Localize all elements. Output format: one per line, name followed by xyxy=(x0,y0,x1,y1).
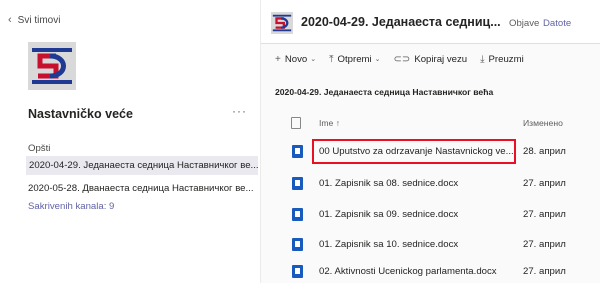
file-type-icon xyxy=(291,117,301,129)
channel-item-active[interactable]: 2020-04-29. Једанаеста седница Наставнич… xyxy=(26,156,258,175)
chevron-down-icon: ⌄ xyxy=(374,56,381,63)
team-logo xyxy=(28,42,76,90)
tab-files[interactable]: Datote xyxy=(543,18,571,29)
file-modified: 27. април xyxy=(523,239,566,250)
team-name: Nastavničko veće xyxy=(28,107,133,121)
file-modified: 28. април xyxy=(523,146,566,157)
file-modified: 27. април xyxy=(523,178,566,189)
column-header-name[interactable]: Ime ↑ xyxy=(319,118,340,128)
file-name[interactable]: 02. Aktivnosti Ucenickog parlamenta.docx xyxy=(319,266,515,277)
channel-title: 2020-04-29. Једанаеста седниц... xyxy=(301,15,501,29)
folder-breadcrumb: 2020-04-29. Једанаеста седница Наставнич… xyxy=(275,87,494,97)
link-icon: ⊂⊃ xyxy=(393,53,411,65)
upload-icon: ⤒ xyxy=(329,53,334,65)
copy-link-label: Kopiraj vezu xyxy=(414,53,468,65)
word-doc-icon xyxy=(292,265,303,278)
chevron-left-icon: ‹ xyxy=(8,14,12,26)
word-doc-icon xyxy=(292,208,303,221)
file-row[interactable]: 02. Aktivnosti Ucenickog parlamenta.docx… xyxy=(261,259,600,283)
hidden-channels-link[interactable]: Sakrivenih kanala: 9 xyxy=(28,201,114,212)
plus-icon: + xyxy=(275,53,281,65)
files-toolbar: + Novo ⌄ ⤒ Otpremi ⌄ ⊂⊃ Kopiraj vezu ⤓ P… xyxy=(261,44,600,74)
back-to-teams-link[interactable]: ‹ Svi timovi xyxy=(8,14,60,26)
column-header-modified[interactable]: Изменено xyxy=(523,118,563,128)
file-name[interactable]: 01. Zapisnik sa 10. sednice.docx xyxy=(319,239,515,250)
word-doc-icon xyxy=(292,177,303,190)
right-pane: 2020-04-29. Једанаеста седниц... Objave … xyxy=(260,0,600,283)
new-button[interactable]: + Novo ⌄ xyxy=(275,54,316,65)
channel-general[interactable]: Opšti xyxy=(28,143,254,154)
file-modified: 27. април xyxy=(523,266,566,277)
back-label: Svi timovi xyxy=(17,14,61,26)
word-doc-icon xyxy=(292,238,303,251)
channel-item[interactable]: 2020-05-28. Дванаеста седница Наставничк… xyxy=(28,183,254,194)
left-pane: ‹ Svi timovi Nastavničko veće ··· Opšti … xyxy=(0,0,260,283)
selection-highlight xyxy=(312,139,516,164)
download-button[interactable]: ⤓ Preuzmi xyxy=(480,54,524,65)
file-name[interactable]: 01. Zapisnik sa 09. sednice.docx xyxy=(319,209,515,220)
file-row[interactable]: 01. Zapisnik sa 10. sednice.docx 27. апр… xyxy=(261,232,600,258)
file-row[interactable]: 01. Zapisnik sa 09. sednice.docx 27. апр… xyxy=(261,202,600,228)
copy-link-button[interactable]: ⊂⊃ Kopiraj vezu xyxy=(394,54,468,65)
file-name[interactable]: 01. Zapisnik sa 08. sednice.docx xyxy=(319,178,515,189)
word-doc-icon xyxy=(292,145,303,158)
tab-posts[interactable]: Objave xyxy=(509,18,539,29)
download-label: Preuzmi xyxy=(488,53,524,65)
file-list-header: Ime ↑ Изменено xyxy=(261,113,600,135)
upload-label: Otpremi xyxy=(337,53,372,65)
channel-header: 2020-04-29. Једанаеста седниц... Objave … xyxy=(261,0,600,44)
file-modified: 27. април xyxy=(523,209,566,220)
file-row[interactable]: 01. Zapisnik sa 08. sednice.docx 27. апр… xyxy=(261,171,600,197)
ellipsis-icon[interactable]: ··· xyxy=(232,104,247,118)
chevron-down-icon: ⌄ xyxy=(310,56,317,63)
upload-button[interactable]: ⤒ Otpremi ⌄ xyxy=(329,54,380,65)
new-label: Novo xyxy=(284,53,308,65)
download-icon: ⤓ xyxy=(480,53,485,65)
channel-logo xyxy=(271,12,293,34)
